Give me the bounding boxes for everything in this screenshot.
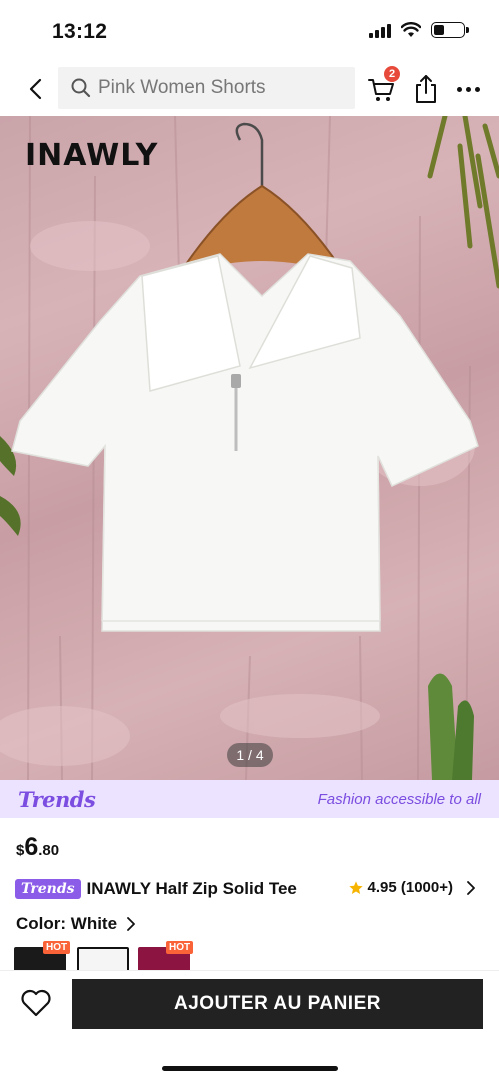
more-icon[interactable] (452, 74, 484, 104)
chevron-left-icon (29, 78, 42, 100)
swatch-row: HOT HOT (14, 941, 494, 971)
cart-button[interactable]: 2 (366, 65, 401, 106)
color-selector[interactable]: Color: White (16, 914, 137, 934)
search-input[interactable]: Pink Women Shorts (58, 67, 355, 109)
chevron-right-icon (467, 880, 475, 895)
hot-tag: HOT (166, 941, 194, 954)
title-row: Trends INAWLY Half Zip Solid Tee 4.95 (1… (15, 876, 485, 902)
product-title: INAWLY Half Zip Solid Tee (86, 879, 297, 898)
home-indicator[interactable] (162, 1066, 338, 1071)
share-button[interactable] (412, 73, 440, 105)
image-counter: 1 / 4 (227, 743, 273, 767)
price-main: 6 (24, 833, 39, 861)
status-bar: 13:12 (0, 0, 499, 62)
trends-banner[interactable]: Trends Fashion accessible to all (0, 780, 499, 818)
wishlist-button[interactable] (20, 988, 52, 1018)
add-to-cart-button[interactable]: AJOUTER AU PANIER (72, 979, 483, 1029)
rating-value: 4.95 (1000+) (367, 879, 453, 896)
bottom-bar: AJOUTER AU PANIER (0, 970, 499, 1040)
star-icon (348, 880, 363, 894)
heart-icon (21, 989, 51, 1017)
search-placeholder: Pink Women Shorts (98, 77, 266, 98)
wifi-icon (401, 22, 421, 37)
status-icons (369, 22, 469, 38)
product-photo (0, 116, 499, 780)
price-cents: .80 (38, 842, 60, 859)
trends-badge: Trends (15, 879, 81, 899)
signal-icon (369, 22, 391, 38)
battery-icon (431, 22, 469, 38)
product-price: $6.80 (16, 833, 59, 862)
product-image[interactable]: INAWLY 1 / 4 (0, 116, 499, 780)
rating-link[interactable]: 4.95 (1000+) (348, 879, 477, 896)
status-time: 13:12 (52, 20, 108, 43)
search-icon (71, 78, 91, 98)
chevron-right-icon (127, 917, 135, 931)
swatch-white[interactable] (77, 947, 129, 971)
brand-logo: INAWLY (25, 138, 159, 173)
trends-logo: Trends (18, 786, 96, 812)
nav-bar: Pink Women Shorts 2 (0, 62, 499, 116)
cart-badge: 2 (383, 65, 401, 83)
share-icon (416, 75, 436, 103)
back-button[interactable] (20, 74, 50, 104)
color-label: Color: White (16, 914, 118, 933)
trends-tagline: Fashion accessible to all (317, 790, 481, 808)
hot-tag: HOT (43, 941, 71, 954)
